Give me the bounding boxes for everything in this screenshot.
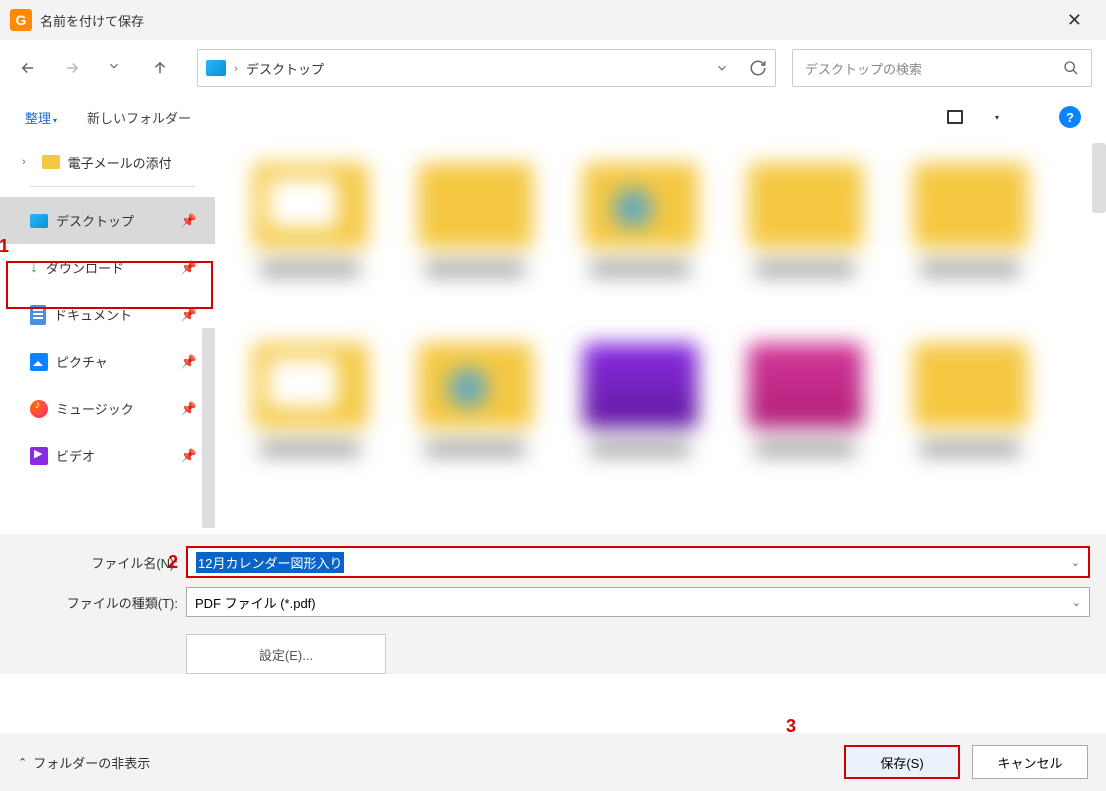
save-button[interactable]: 保存(S) xyxy=(844,745,960,779)
new-folder-button[interactable]: 新しいフォルダー xyxy=(87,108,191,127)
chevron-down-icon[interactable]: ⌄ xyxy=(1072,596,1081,609)
filetype-label: ファイルの種類(T): xyxy=(16,593,186,612)
tree-item-video[interactable]: ビデオ 📌 xyxy=(0,432,215,479)
tree-item-music[interactable]: ミュージック 📌 xyxy=(0,385,215,432)
filename-row: ファイル名(N): 12月カレンダー図形入り ⌄ xyxy=(0,544,1106,580)
nav-row: › デスクトップ デスクトップの検索 xyxy=(0,40,1106,96)
addr-dropdown-icon[interactable] xyxy=(715,61,729,75)
address-bar[interactable]: › デスクトップ xyxy=(197,49,776,87)
refresh-icon[interactable] xyxy=(749,59,767,77)
body: › 電子メールの添付 デスクトップ 📌 ↓ ダウンロード 📌 ドキュメント 📌 … xyxy=(0,138,1106,534)
recent-dropdown-icon[interactable] xyxy=(107,59,125,77)
content-scrollbar[interactable] xyxy=(1092,143,1106,213)
chevron-down-icon[interactable]: ⌄ xyxy=(1071,556,1080,569)
blurred-thumbnails xyxy=(245,148,1086,534)
tree-item-mail[interactable]: › 電子メールの添付 xyxy=(0,142,215,182)
view-icon[interactable] xyxy=(947,110,963,124)
tree-label: ドキュメント xyxy=(54,305,132,324)
breadcrumb-location: デスクトップ xyxy=(246,59,324,78)
settings-button[interactable]: 設定(E)... xyxy=(186,634,386,674)
forward-icon[interactable] xyxy=(63,59,81,77)
toolbar: 整理 新しいフォルダー ▾ ? xyxy=(0,96,1106,138)
pin-icon[interactable]: 📌 xyxy=(181,307,197,323)
window-title: 名前を付けて保存 xyxy=(40,11,144,30)
download-icon: ↓ xyxy=(30,259,38,277)
annotation-3-label: 3 xyxy=(786,716,796,737)
save-label: 保存(S) xyxy=(880,753,923,772)
pictures-icon xyxy=(30,353,48,371)
app-icon: G xyxy=(10,9,32,31)
tree-label: ダウンロード xyxy=(46,258,124,277)
tree-item-documents[interactable]: ドキュメント 📌 xyxy=(0,291,215,338)
pin-icon[interactable]: 📌 xyxy=(181,401,197,417)
tree-scrollbar[interactable] xyxy=(202,328,215,528)
settings-label: 設定(E)... xyxy=(259,645,313,664)
pin-icon[interactable]: 📌 xyxy=(181,354,197,370)
tree-label: ミュージック xyxy=(56,399,134,418)
view-dropdown-icon[interactable]: ▾ xyxy=(995,113,999,122)
help-icon[interactable]: ? xyxy=(1059,106,1081,128)
back-icon[interactable] xyxy=(19,59,37,77)
filename-value: 12月カレンダー図形入り xyxy=(196,552,344,573)
video-icon xyxy=(30,447,48,465)
close-button[interactable]: ✕ xyxy=(1053,10,1096,31)
hide-folders-toggle[interactable]: ⌃ フォルダーの非表示 xyxy=(18,753,150,772)
annotation-2-label: 2 xyxy=(168,552,178,573)
pin-icon[interactable]: 📌 xyxy=(181,448,197,464)
tree-item-pictures[interactable]: ピクチャ 📌 xyxy=(0,338,215,385)
chevron-up-icon: ⌃ xyxy=(18,756,27,769)
filetype-value: PDF ファイル (*.pdf) xyxy=(195,593,316,612)
cancel-button[interactable]: キャンセル xyxy=(972,745,1088,779)
pin-icon[interactable]: 📌 xyxy=(181,213,197,229)
breadcrumb-sep: › xyxy=(234,61,238,75)
titlebar: G 名前を付けて保存 ✕ xyxy=(0,0,1106,40)
up-icon[interactable] xyxy=(151,59,169,77)
nav-tree: › 電子メールの添付 デスクトップ 📌 ↓ ダウンロード 📌 ドキュメント 📌 … xyxy=(0,138,215,534)
search-box[interactable]: デスクトップの検索 xyxy=(792,49,1092,87)
search-placeholder: デスクトップの検索 xyxy=(805,59,1055,78)
tree-label: ビデオ xyxy=(56,446,95,465)
pin-icon[interactable]: 📌 xyxy=(181,260,197,276)
filename-label: ファイル名(N): xyxy=(16,553,186,572)
tree-label: ピクチャ xyxy=(56,352,108,371)
tree-item-desktop[interactable]: デスクトップ 📌 xyxy=(0,197,215,244)
document-icon xyxy=(30,305,46,325)
tree-divider xyxy=(30,186,195,187)
search-icon[interactable] xyxy=(1063,60,1079,76)
tree-label: デスクトップ xyxy=(56,211,134,230)
save-form: ファイル名(N): 12月カレンダー図形入り ⌄ ファイルの種類(T): PDF… xyxy=(0,534,1106,674)
filename-input[interactable]: 12月カレンダー図形入り ⌄ xyxy=(186,546,1090,578)
file-content-area[interactable] xyxy=(215,138,1106,534)
filetype-row: ファイルの種類(T): PDF ファイル (*.pdf) ⌄ xyxy=(0,584,1106,620)
desktop-icon xyxy=(30,214,48,228)
tree-item-downloads[interactable]: ↓ ダウンロード 📌 xyxy=(0,244,215,291)
hide-folders-label: フォルダーの非表示 xyxy=(33,753,150,772)
annotation-1-label: 1 xyxy=(0,236,9,257)
nav-buttons xyxy=(14,59,179,77)
footer: ⌃ フォルダーの非表示 保存(S) キャンセル xyxy=(0,733,1106,791)
tree-label: 電子メールの添付 xyxy=(68,153,172,172)
chevron-right-icon[interactable]: › xyxy=(22,156,26,168)
organize-menu[interactable]: 整理 xyxy=(25,108,57,127)
desktop-icon xyxy=(206,60,226,76)
cancel-label: キャンセル xyxy=(997,753,1062,772)
music-icon xyxy=(30,400,48,418)
filetype-select[interactable]: PDF ファイル (*.pdf) ⌄ xyxy=(186,587,1090,617)
folder-icon xyxy=(42,155,60,169)
